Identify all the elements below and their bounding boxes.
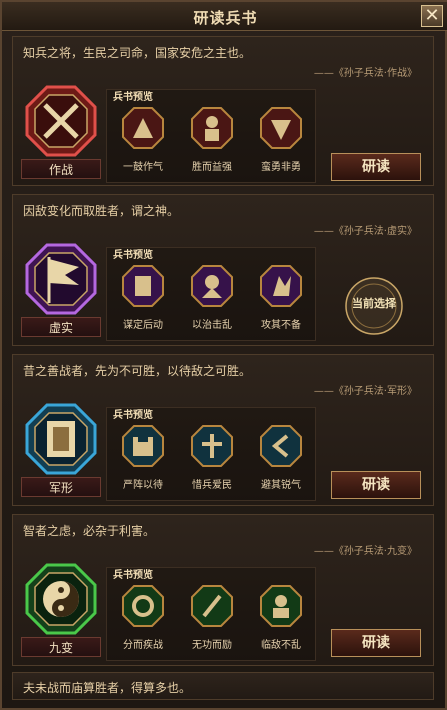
preview-label: 兵书预览 — [113, 92, 153, 103]
skill-label: 严阵以待 — [123, 480, 163, 491]
skill-item[interactable]: 以治击乱 — [182, 264, 242, 331]
preview-label: 兵书预览 — [113, 250, 153, 261]
skill-label: 惜兵爱民 — [192, 480, 232, 491]
footer-text: 夫未战而庙算胜者，得算多也。 — [23, 681, 192, 695]
skill-label: 一鼓作气 — [123, 162, 163, 173]
strategist-icon — [122, 265, 164, 307]
section-quote: 知兵之将，生民之司命，国家安危之主也。 — [23, 46, 252, 60]
study-button[interactable]: 研读 — [331, 153, 421, 181]
book-section-jiubian: 智者之虑，必杂于利害。 ——《孙子兵法·九变》 九变 兵书预览 分而疾战 无功而… — [12, 514, 434, 666]
study-button[interactable]: 研读 — [331, 629, 421, 657]
skill-item[interactable]: 避其锐气 — [251, 424, 311, 491]
evade-icon — [260, 425, 302, 467]
skill-label: 谋定后动 — [123, 320, 163, 331]
section-source: ——《孙子兵法·虚实》 — [313, 226, 417, 237]
raised-weapon-icon — [191, 585, 233, 627]
dialog-title: 研读兵书 — [193, 9, 258, 27]
current-selection-label: 当前选择 — [352, 297, 396, 310]
battle-flag-icon[interactable] — [25, 243, 97, 315]
footer-quote: 夫未战而庙算胜者，得算多也。 — [12, 672, 434, 700]
section-quote: 智者之虑，必杂于利害。 — [23, 524, 156, 538]
skill-item[interactable]: 分而疾战 — [113, 584, 173, 651]
crossed-swords-icon[interactable] — [25, 85, 97, 157]
book-name: 九变 — [21, 637, 101, 657]
preview-label: 兵书预览 — [113, 410, 153, 421]
study-button[interactable]: 研读 — [331, 471, 421, 499]
skill-label: 胜而益强 — [192, 162, 232, 173]
section-quote: 因敌变化而取胜者，谓之神。 — [23, 204, 180, 218]
skill-label: 分而疾战 — [123, 640, 163, 651]
section-source: ——《孙子兵法·军形》 — [313, 386, 417, 397]
skill-label: 蛮勇非勇 — [261, 162, 301, 173]
army-formation-icon[interactable] — [25, 403, 97, 475]
skill-preview: 兵书预览 分而疾战 无功而励 临敌不乱 — [106, 567, 316, 661]
section-source: ——《孙子兵法·作战》 — [313, 68, 417, 79]
armored-general-icon — [191, 107, 233, 149]
yin-yang-icon[interactable] — [25, 563, 97, 635]
close-icon: ✕ — [424, 5, 440, 26]
skill-label: 攻其不备 — [261, 320, 301, 331]
book-name: 虚实 — [21, 317, 101, 337]
skill-item[interactable]: 惜兵爱民 — [182, 424, 242, 491]
ring-split-icon — [122, 585, 164, 627]
title-bar: 研读兵书 ✕ — [2, 2, 447, 31]
formation-strike-icon — [191, 265, 233, 307]
skill-label: 以治击乱 — [192, 320, 232, 331]
dialog-frame: 研读兵书 ✕ 知兵之将，生民之司命，国家安危之主也。 ——《孙子兵法·作战》 作… — [0, 0, 447, 710]
book-section-xushi: 因敌变化而取胜者，谓之神。 ——《孙子兵法·虚实》 虚实 兵书预览 谋定后动 以… — [12, 194, 434, 346]
skill-item[interactable]: 蛮勇非勇 — [251, 106, 311, 173]
skill-item[interactable]: 谋定后动 — [113, 264, 173, 331]
book-name: 军形 — [21, 477, 101, 497]
ambush-icon — [260, 265, 302, 307]
book-section-zuozhan: 知兵之将，生民之司命，国家安危之主也。 ——《孙子兵法·作战》 作战 兵书预览 … — [12, 36, 434, 186]
section-quote: 昔之善战者，先为不可胜，以待敌之可胜。 — [23, 364, 252, 378]
skill-item[interactable]: 攻其不备 — [251, 264, 311, 331]
skill-label: 避其锐气 — [261, 480, 301, 491]
skill-item[interactable]: 一鼓作气 — [113, 106, 173, 173]
preview-label: 兵书预览 — [113, 570, 153, 581]
skill-label: 无功而励 — [192, 640, 232, 651]
skill-item[interactable]: 临敌不乱 — [251, 584, 311, 651]
skill-preview: 兵书预览 一鼓作气 胜而益强 蛮勇非勇 — [106, 89, 316, 183]
book-section-junxing: 昔之善战者，先为不可胜，以待敌之可胜。 ——《孙子兵法·军形》 军形 兵书预览 … — [12, 354, 434, 506]
shield-slash-icon — [260, 107, 302, 149]
fortress-icon — [122, 425, 164, 467]
skill-preview: 兵书预览 严阵以待 惜兵爱民 避其锐气 — [106, 407, 316, 501]
skill-item[interactable]: 胜而益强 — [182, 106, 242, 173]
warrior-charge-icon — [122, 107, 164, 149]
book-name: 作战 — [21, 159, 101, 179]
skill-item[interactable]: 严阵以待 — [113, 424, 173, 491]
skill-item[interactable]: 无功而励 — [182, 584, 242, 651]
healing-icon — [191, 425, 233, 467]
calm-general-icon — [260, 585, 302, 627]
skill-label: 临敌不乱 — [261, 640, 301, 651]
current-selection: 当前选择 — [341, 273, 407, 339]
close-button[interactable]: ✕ — [421, 5, 443, 27]
skill-preview: 兵书预览 谋定后动 以治击乱 攻其不备 — [106, 247, 316, 341]
section-source: ——《孙子兵法·九变》 — [313, 546, 417, 557]
